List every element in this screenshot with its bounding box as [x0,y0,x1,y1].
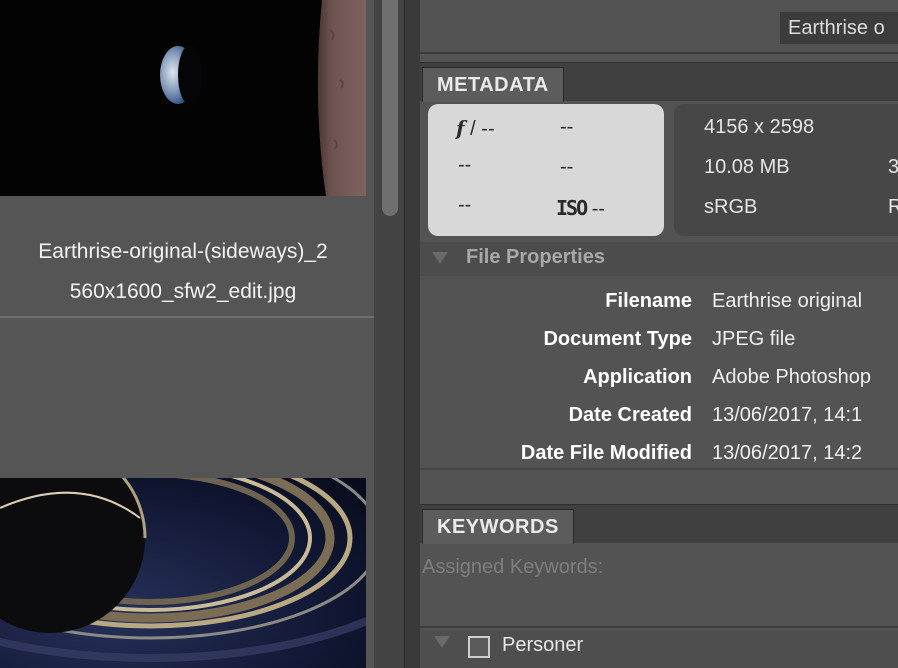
property-value[interactable]: Earthrise original [712,290,862,313]
disclosure-triangle-icon[interactable] [434,636,450,648]
exposure-bias: -- [458,154,472,176]
property-label: Date File Modified [520,442,692,464]
earthrise-image [0,0,366,196]
disclosure-triangle-icon[interactable] [432,252,448,264]
tab-metadata[interactable]: METADATA [422,67,564,102]
shutter-speed: -- [560,116,574,138]
file-properties-title: File Properties [466,246,605,268]
property-label: Application [583,366,692,388]
property-label: Document Type [543,328,692,350]
aperture-symbol: f [456,116,465,140]
inspector-pane: Earthrise o METADATA f / -- -- -- -- -- … [420,0,898,668]
property-row-application: Application Adobe Photoshop [420,366,898,404]
thumbnail-divider [0,316,374,318]
content-pane: Earthrise-original-(sideways)_2 560x1600… [0,0,374,668]
iso-readout: ISO -- [556,196,605,221]
property-value: 13/06/2017, 14:1 [712,404,863,426]
camera-data-box: f / -- -- -- -- -- ISO -- [428,104,664,236]
keywords-panel-header: KEYWORDS [420,504,898,544]
saturn-image [0,478,366,668]
metering-value: -- [458,194,472,216]
caption-line-1: Earthrise-original-(sideways)_2 [38,240,328,263]
assigned-keywords-label: Assigned Keywords: [422,556,604,578]
file-info-col2-row2: 3 [888,156,898,178]
earthrise-thumbnail[interactable] [0,0,366,196]
tab-keywords[interactable]: KEYWORDS [422,509,574,544]
iso-value: -- [591,198,606,220]
property-label: Filename [605,290,692,312]
metadata-panel-header: METADATA [420,62,898,102]
aperture-value: / -- [470,118,495,140]
iso-label: ISO [556,196,588,220]
property-label: Date Created [568,404,692,426]
image-dimensions: 4156 x 2598 [704,116,815,138]
file-info-box: 4156 x 2598 10.08 MB sRGB 3 R [674,104,898,236]
flash-value: -- [560,156,574,178]
property-row-date-modified: Date File Modified 13/06/2017, 14:2 [420,442,898,480]
property-value: Adobe Photoshop [712,366,872,388]
property-row-document-type: Document Type JPEG file [420,328,898,366]
content-scrollbar-thumb[interactable] [382,0,398,216]
personer-checkbox[interactable] [468,636,490,658]
file-info-col2-row3: R [888,196,898,218]
property-value: 13/06/2017, 14:2 [712,442,863,464]
pane-splitter[interactable] [404,0,421,668]
keyword-category-personer[interactable]: Personer [420,630,898,668]
aperture-readout: f / -- [456,116,495,141]
property-value: JPEG file [712,328,796,350]
thumbnail-caption[interactable]: Earthrise-original-(sideways)_2 560x1600… [0,232,366,312]
property-row-date-created: Date Created 13/06/2017, 14:1 [420,404,898,442]
personer-label: Personer [502,634,584,656]
color-profile: sRGB [704,196,758,218]
top-separator [420,52,898,54]
file-size: 10.08 MB [704,156,790,178]
file-properties-header[interactable]: File Properties [420,242,898,276]
file-properties-divider [420,468,898,470]
caption-line-2: 560x1600_sfw2_edit.jpg [69,280,297,303]
search-field[interactable]: Earthrise o [780,12,898,44]
keywords-divider [420,626,898,628]
property-row-filename: Filename Earthrise original [420,290,898,328]
saturn-thumbnail[interactable] [0,478,366,668]
